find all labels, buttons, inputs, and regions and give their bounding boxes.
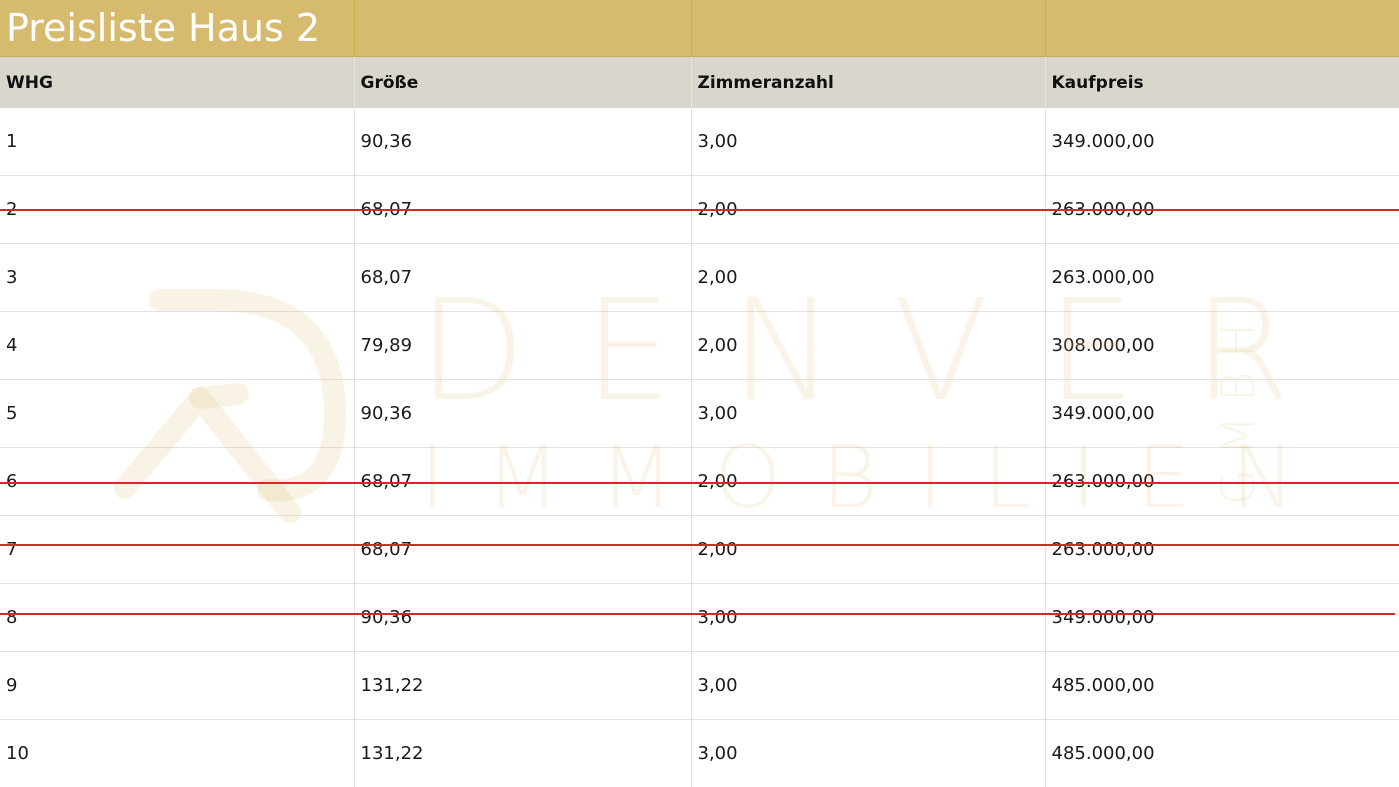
cell-kaufpreis: 349.000,00 xyxy=(1045,379,1399,448)
column-header-groesse: Größe xyxy=(354,56,692,108)
cell-zimmer: 2,00 xyxy=(691,243,1046,312)
cell-zimmer: 3,00 xyxy=(691,583,1046,652)
column-header-row: WHG Größe Zimmeranzahl Kaufpreis xyxy=(0,56,1399,108)
table-row: 5 90,36 3,00 349.000,00 xyxy=(0,379,1399,448)
cell-kaufpreis: 349.000,00 xyxy=(1045,583,1399,652)
cell-whg: 5 xyxy=(0,379,355,448)
cell-kaufpreis: 349.000,00 xyxy=(1045,108,1399,176)
table-row: 7 68,07 2,00 263.000,00 xyxy=(0,515,1399,584)
cell-groesse: 68,07 xyxy=(354,243,692,312)
cell-whg: 7 xyxy=(0,515,355,584)
column-header-kaufpreis: Kaufpreis xyxy=(1045,56,1399,108)
cell-groesse: 131,22 xyxy=(354,651,692,720)
cell-zimmer: 3,00 xyxy=(691,108,1046,176)
table-row: 3 68,07 2,00 263.000,00 xyxy=(0,243,1399,312)
title-empty-cell xyxy=(1045,0,1399,57)
column-header-whg: WHG xyxy=(0,56,355,108)
price-table: Preisliste Haus 2 WHG Größe Zimmeranzahl… xyxy=(0,0,1399,787)
column-header-zimmeranzahl: Zimmeranzahl xyxy=(691,56,1046,108)
price-list-sheet: Preisliste Haus 2 WHG Größe Zimmeranzahl… xyxy=(0,0,1399,787)
cell-whg: 8 xyxy=(0,583,355,652)
cell-zimmer: 3,00 xyxy=(691,719,1046,787)
title-row: Preisliste Haus 2 xyxy=(0,0,1399,57)
table-row: 1 90,36 3,00 349.000,00 xyxy=(0,108,1399,176)
cell-kaufpreis: 308.000,00 xyxy=(1045,311,1399,380)
cell-whg: 4 xyxy=(0,311,355,380)
cell-groesse: 90,36 xyxy=(354,108,692,176)
table-row: 9 131,22 3,00 485.000,00 xyxy=(0,651,1399,720)
cell-zimmer: 3,00 xyxy=(691,379,1046,448)
cell-kaufpreis: 485.000,00 xyxy=(1045,651,1399,720)
strike-line-row-2 xyxy=(0,209,1399,211)
strike-line-row-7 xyxy=(0,544,1399,546)
title-cell: Preisliste Haus 2 xyxy=(0,0,355,57)
cell-zimmer: 3,00 xyxy=(691,651,1046,720)
table-row: 10 131,22 3,00 485.000,00 xyxy=(0,719,1399,787)
page-title: Preisliste Haus 2 xyxy=(6,6,321,50)
cell-whg: 1 xyxy=(0,108,355,176)
cell-zimmer: 2,00 xyxy=(691,311,1046,380)
title-empty-cell xyxy=(354,0,692,57)
cell-whg: 3 xyxy=(0,243,355,312)
cell-whg: 10 xyxy=(0,719,355,787)
table-row: 4 79,89 2,00 308.000,00 xyxy=(0,311,1399,380)
cell-kaufpreis: 263.000,00 xyxy=(1045,515,1399,584)
title-empty-cell xyxy=(691,0,1046,57)
cell-kaufpreis: 263.000,00 xyxy=(1045,243,1399,312)
strike-line-row-8 xyxy=(0,613,1395,615)
cell-groesse: 90,36 xyxy=(354,583,692,652)
cell-groesse: 79,89 xyxy=(354,311,692,380)
cell-zimmer: 2,00 xyxy=(691,515,1046,584)
table-row: 8 90,36 3,00 349.000,00 xyxy=(0,583,1399,652)
cell-groesse: 131,22 xyxy=(354,719,692,787)
strike-line-row-6 xyxy=(0,482,1399,484)
cell-groesse: 68,07 xyxy=(354,515,692,584)
cell-groesse: 90,36 xyxy=(354,379,692,448)
cell-whg: 9 xyxy=(0,651,355,720)
cell-kaufpreis: 485.000,00 xyxy=(1045,719,1399,787)
